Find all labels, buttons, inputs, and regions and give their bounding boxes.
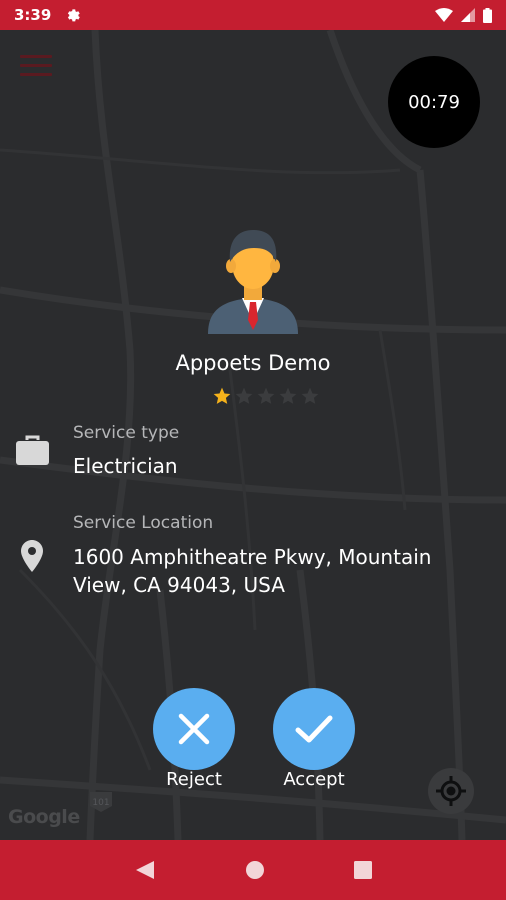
countdown-timer: 00:79 xyxy=(388,56,480,148)
status-time: 3:39 xyxy=(14,6,52,24)
service-type-label: Service type xyxy=(73,423,180,443)
signal-icon xyxy=(461,8,475,22)
gear-icon xyxy=(68,9,81,22)
recents-icon[interactable] xyxy=(353,861,372,879)
back-icon[interactable] xyxy=(134,859,156,881)
service-location-value: 1600 Amphitheatre Pkwy, Mountain View, C… xyxy=(73,545,432,597)
reject-button[interactable] xyxy=(153,688,235,770)
reject-label[interactable]: Reject xyxy=(139,769,249,790)
star-icon xyxy=(213,387,231,404)
menu-icon[interactable] xyxy=(20,55,52,79)
battery-icon xyxy=(483,7,492,23)
location-pin-icon xyxy=(21,540,43,572)
navigation-bar xyxy=(0,840,506,900)
wifi-icon xyxy=(435,8,453,22)
my-location-button[interactable] xyxy=(428,768,474,814)
avatar xyxy=(208,230,298,334)
service-type-value: Electrician xyxy=(73,454,178,478)
road-shield: 101 xyxy=(92,798,109,808)
accept-button[interactable] xyxy=(273,688,355,770)
briefcase-icon xyxy=(16,435,49,465)
service-location-label: Service Location xyxy=(73,513,214,533)
star-icon xyxy=(235,387,253,404)
star-icon xyxy=(279,387,297,404)
crosshair-icon xyxy=(436,776,466,806)
status-bar: 3:39 xyxy=(0,0,506,30)
user-name: Appoets Demo xyxy=(175,351,331,375)
google-logo: Google xyxy=(8,806,80,828)
check-icon xyxy=(295,715,333,743)
star-icon xyxy=(257,387,275,404)
close-icon xyxy=(178,713,210,745)
accept-label[interactable]: Accept xyxy=(259,769,369,790)
rating xyxy=(212,386,320,406)
timer-value: 00:79 xyxy=(408,91,460,113)
home-icon[interactable] xyxy=(245,860,265,880)
star-icon xyxy=(301,387,319,404)
